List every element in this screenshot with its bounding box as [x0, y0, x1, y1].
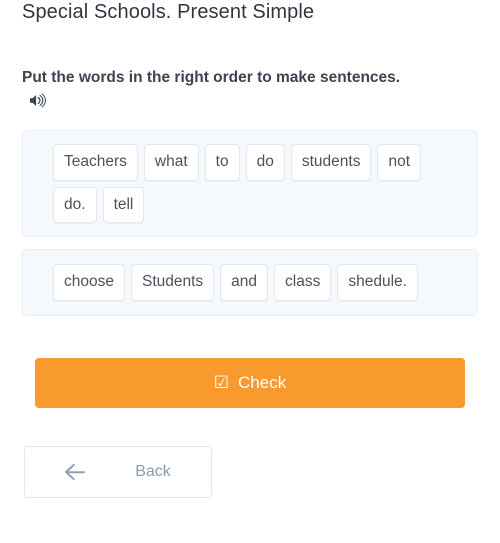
- instruction-text: Put the words in the right order to make…: [22, 69, 401, 86]
- word-chip[interactable]: choose: [53, 264, 125, 301]
- chip-row: Teachers what to do students not do. tel…: [53, 144, 447, 223]
- back-button-label: Back: [135, 462, 171, 480]
- word-chip[interactable]: students: [290, 144, 372, 181]
- word-chip[interactable]: do: [245, 144, 285, 181]
- checked-checkbox-icon: ☑: [213, 373, 230, 392]
- exercise-page: Special Schools. Present Simple Put the …: [0, 0, 500, 543]
- instruction-block: Put the words in the right order to make…: [22, 66, 407, 114]
- word-chip[interactable]: not: [377, 144, 422, 181]
- back-button[interactable]: Back: [24, 445, 212, 498]
- word-chip[interactable]: class: [274, 264, 332, 301]
- page-title: Special Schools. Present Simple: [22, 1, 315, 23]
- arrow-left-icon: [65, 463, 87, 480]
- word-bank-sentence-2[interactable]: choose Students and class shedule.: [22, 249, 478, 316]
- word-chip[interactable]: tell: [102, 186, 145, 223]
- word-chip[interactable]: Students: [130, 264, 215, 301]
- word-chip[interactable]: do.: [53, 186, 97, 223]
- check-button-label: Check: [238, 372, 287, 392]
- word-bank-sentence-1[interactable]: Teachers what to do students not do. tel…: [22, 130, 478, 237]
- word-chip[interactable]: shedule.: [337, 264, 418, 301]
- speaker-sound-icon[interactable]: [29, 93, 46, 108]
- word-chip[interactable]: and: [220, 264, 269, 301]
- chip-row: choose Students and class shedule.: [53, 264, 447, 301]
- word-chip[interactable]: what: [143, 144, 199, 181]
- check-button[interactable]: ☑ Check: [35, 357, 465, 408]
- word-chip[interactable]: Teachers: [53, 144, 138, 181]
- word-chip[interactable]: to: [204, 144, 240, 181]
